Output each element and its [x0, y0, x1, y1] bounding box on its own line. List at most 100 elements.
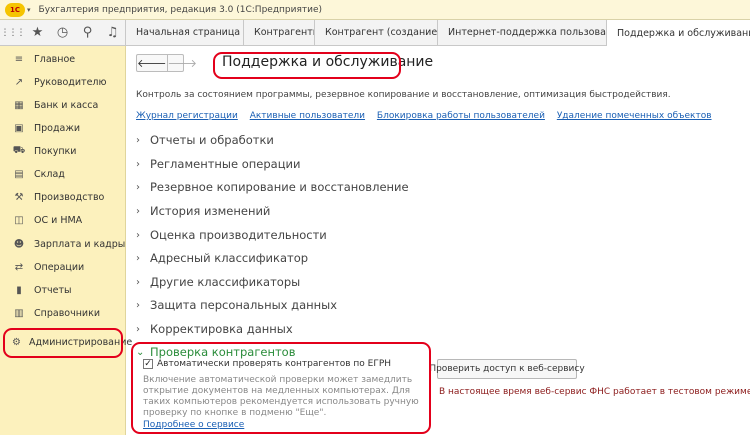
sidebar-item-production[interactable]: ⚒ Производство: [0, 186, 126, 209]
sidebar-item-bank[interactable]: ▦ Банк и касса: [0, 94, 126, 117]
section-label: Защита персональных данных: [150, 298, 338, 312]
app-logo[interactable]: 1С: [5, 2, 25, 17]
sidebar-item-directories[interactable]: ▥ Справочники: [0, 302, 126, 325]
person-icon: ☻: [13, 239, 25, 250]
main-content: 🡐 🡒 Поддержка и обслуживание Контроль за…: [127, 46, 750, 435]
warehouse-icon: ▤: [14, 169, 24, 180]
link-event-log[interactable]: Журнал регистрации: [136, 111, 238, 121]
section-reports-processing[interactable]: › Отчеты и обработки: [136, 133, 274, 147]
tab-label: Интернет-поддержка пользователей: [448, 27, 606, 38]
chevron-right-icon: ›: [136, 181, 140, 193]
bank-icon: ▦: [14, 100, 24, 111]
tab-label: Контрагент (создание) *: [325, 27, 437, 38]
menu-lines-icon: ≡: [14, 54, 24, 65]
link-active-users[interactable]: Активные пользователи: [250, 111, 365, 121]
check-web-service-button[interactable]: Проверить доступ к веб-сервису: [429, 359, 585, 379]
section-counterparty-check[interactable]: ⌄ Проверка контрагентов: [136, 345, 295, 359]
section-other-classifiers[interactable]: › Другие классификаторы: [136, 275, 300, 289]
sidebar-item-label: Продажи: [34, 123, 81, 134]
factory-icon: ⚒: [14, 192, 24, 203]
tab-online-support[interactable]: Интернет-поддержка пользователей ✕: [437, 20, 606, 45]
chevron-right-icon: ›: [136, 158, 140, 170]
sales-bag-icon: ▣: [14, 123, 24, 134]
gear-icon: ⚙: [12, 337, 21, 348]
window-title-bar: 1С ▾ Бухгалтерия предприятия, редакция 3…: [0, 0, 750, 20]
assets-icon: ◫: [14, 215, 24, 226]
sidebar-item-label: Покупки: [34, 146, 77, 157]
service-status-text: В настоящее время веб-сервис ФНС работае…: [439, 387, 750, 397]
section-label: Резервное копирование и восстановление: [150, 180, 409, 194]
tab-label: Поддержка и обслуживание: [617, 27, 750, 39]
sidebar-item-label: Банк и касса: [34, 100, 99, 111]
auto-check-note: Включение автоматической проверки может …: [143, 375, 419, 418]
auto-check-checkbox[interactable]: ✓: [143, 359, 153, 369]
notifications-bell-icon[interactable]: ♫: [100, 20, 125, 45]
back-arrow-icon[interactable]: 🡐: [137, 55, 168, 71]
sidebar-item-warehouse[interactable]: ▤ Склад: [0, 163, 126, 186]
chevron-right-icon: ›: [136, 323, 140, 335]
apps-grid-icon[interactable]: ⋮⋮⋮: [0, 20, 26, 45]
section-performance[interactable]: › Оценка производительности: [136, 228, 327, 242]
logo-menu-chevron-icon[interactable]: ▾: [27, 6, 31, 14]
sidebar-item-assets[interactable]: ◫ ОС и НМА: [0, 209, 126, 232]
forward-arrow-icon[interactable]: 🡒: [168, 55, 198, 71]
sidebar-item-label: Склад: [34, 169, 65, 180]
sidebar-item-operations[interactable]: ⇄ Операции: [0, 256, 126, 279]
section-label: Проверка контрагентов: [150, 345, 296, 359]
section-label: Регламентные операции: [150, 157, 301, 171]
sidebar-item-manager[interactable]: ↗ Руководителю: [0, 71, 126, 94]
chevron-right-icon: ›: [136, 205, 140, 217]
favorites-star-icon[interactable]: ★: [25, 20, 50, 45]
sidebar-item-label: Зарплата и кадры: [34, 239, 126, 250]
section-label: Корректировка данных: [150, 322, 293, 336]
sidebar-item-label: Операции: [34, 262, 85, 273]
tab-counterparties[interactable]: Контрагенты ✕: [243, 20, 314, 45]
page-description: Контроль за состоянием программы, резерв…: [136, 90, 671, 100]
window-title: Бухгалтерия предприятия, редакция 3.0 (1…: [38, 4, 323, 15]
sidebar-item-label: Руководителю: [34, 77, 107, 88]
sidebar-item-main[interactable]: ≡ Главное: [0, 48, 126, 71]
sidebar-item-sales[interactable]: ▣ Продажи: [0, 117, 126, 140]
link-delete-marked[interactable]: Удаление помеченных объектов: [557, 111, 712, 121]
chevron-down-icon: ⌄: [136, 346, 145, 358]
section-scheduled-operations[interactable]: › Регламентные операции: [136, 157, 301, 171]
history-clock-icon[interactable]: ◷: [50, 20, 75, 45]
chevron-right-icon: ›: [136, 276, 140, 288]
sidebar: ≡ Главное ↗ Руководителю ▦ Банк и касса ▣ Пр…: [0, 46, 132, 435]
section-change-history[interactable]: › История изменений: [136, 204, 270, 218]
section-data-correction[interactable]: › Корректировка данных: [136, 322, 293, 336]
auto-check-row: ✓ Автоматически проверять контрагентов п…: [143, 359, 391, 369]
sidebar-item-purchases[interactable]: ⛟ Покупки: [0, 140, 126, 163]
section-label: Адресный классификатор: [150, 251, 309, 265]
section-personal-data[interactable]: › Защита персональных данных: [136, 298, 337, 312]
tab-label: Начальная страница: [136, 27, 241, 38]
chevron-right-icon: ›: [136, 229, 140, 241]
page-title: Поддержка и обслуживание: [222, 54, 434, 70]
tab-bar: ⋮⋮⋮ ★ ◷ ⚲ ♫ Начальная страница Контраген…: [0, 20, 750, 46]
section-backup-restore[interactable]: › Резервное копирование и восстановление: [136, 180, 409, 194]
section-label: Оценка производительности: [150, 228, 327, 242]
trend-chart-icon: ↗: [14, 77, 24, 88]
tab-support-maintenance[interactable]: Поддержка и обслуживание ✕: [606, 20, 750, 46]
auto-check-label: Автоматически проверять контрагентов по …: [157, 359, 392, 369]
tab-counterparty-create[interactable]: Контрагент (создание) * ✕: [314, 20, 437, 45]
sidebar-item-label: ОС и НМА: [34, 215, 83, 226]
sidebar-item-reports[interactable]: ▮ Отчеты: [0, 279, 126, 302]
section-label: Отчеты и обработки: [150, 133, 274, 147]
search-icon[interactable]: ⚲: [75, 20, 100, 45]
sidebar-item-label: Производство: [34, 192, 105, 203]
tab-home[interactable]: Начальная страница: [125, 20, 243, 45]
shopping-cart-icon: ⛟: [12, 145, 26, 156]
section-address-classifier[interactable]: › Адресный классификатор: [136, 251, 308, 265]
section-label: История изменений: [150, 204, 271, 218]
sidebar-item-payroll[interactable]: ☻ Зарплата и кадры: [0, 233, 126, 256]
link-block-users[interactable]: Блокировка работы пользователей: [377, 111, 545, 121]
sidebar-item-label: Справочники: [34, 308, 101, 319]
sidebar-item-label: Отчеты: [34, 285, 72, 296]
reference-book-icon: ▥: [14, 308, 24, 319]
tab-label: Контрагенты: [254, 27, 314, 38]
more-about-service-link[interactable]: Подробнее о сервисе: [143, 420, 244, 430]
sidebar-item-administration[interactable]: ⚙ Администрирование: [0, 331, 132, 354]
nav-buttons: 🡐 🡒: [136, 54, 197, 72]
reports-bar-icon: ▮: [16, 285, 22, 296]
